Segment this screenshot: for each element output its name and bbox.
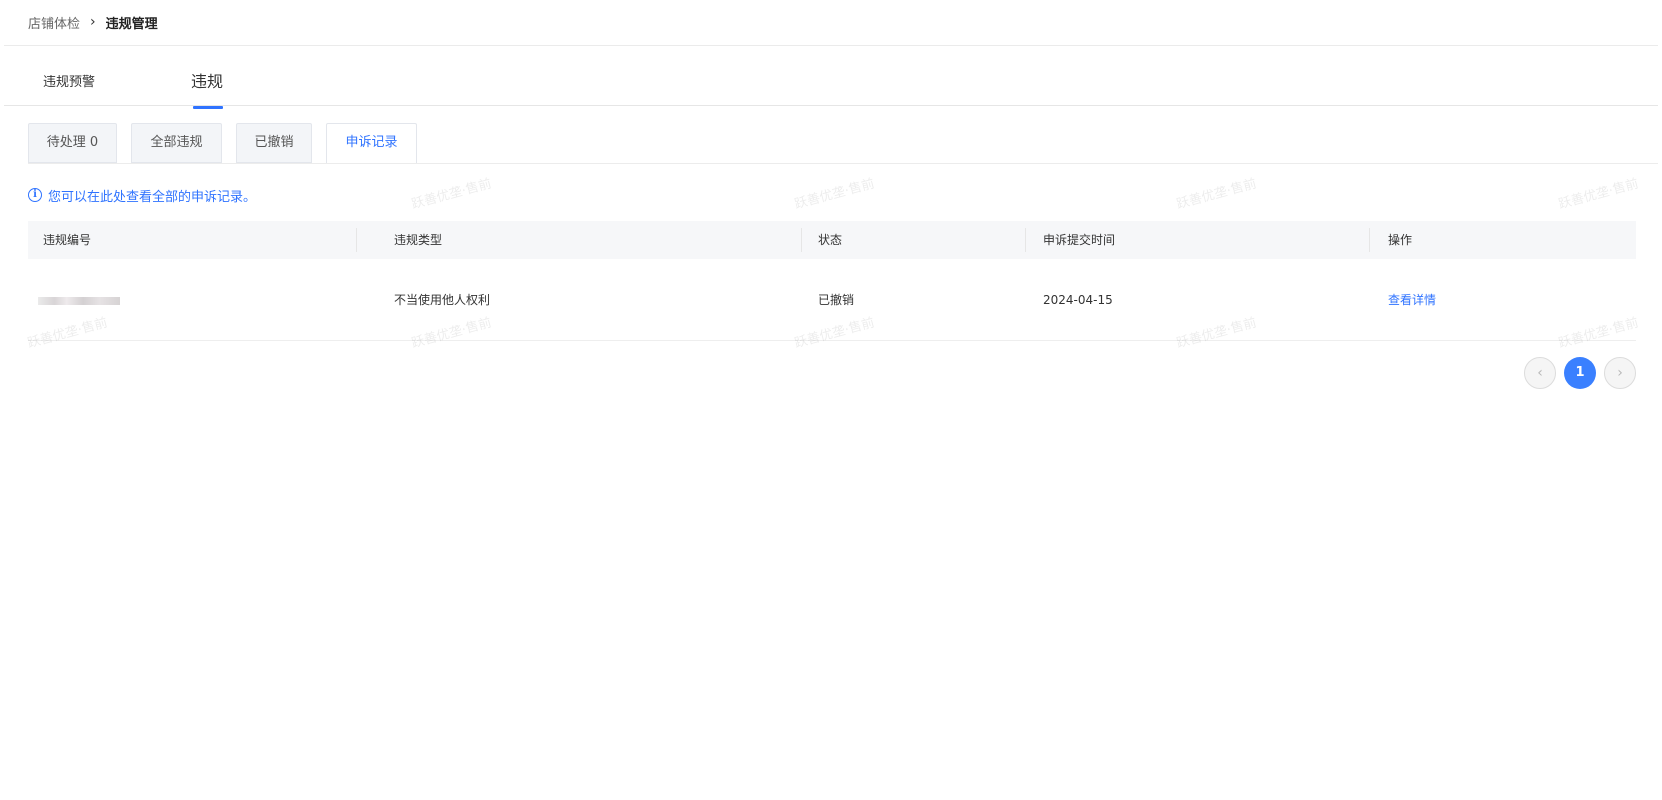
tab-label: 违规	[191, 72, 224, 91]
tab-label: 违规预警	[43, 75, 96, 90]
view-details-link[interactable]: 查看详情	[1388, 259, 1436, 341]
watermark: 跃善优垄·售前	[1174, 176, 1259, 213]
page: 店铺体检 › 违规管理 违规预警 违规 待处理 0 全部违规 已撤销 申诉记录 …	[0, 0, 1662, 800]
column-header-violation-id: 违规编号	[43, 233, 92, 247]
watermark: 跃善优垄·售前	[1556, 176, 1641, 213]
chevron-left-icon[interactable]: ‹	[1524, 357, 1556, 389]
column-separator	[801, 228, 802, 252]
subtab-revoked[interactable]: 已撤销	[236, 123, 312, 163]
subtab-appeal-records[interactable]: 申诉记录	[326, 123, 417, 164]
masked-violation-id	[38, 297, 120, 305]
column-separator	[356, 228, 357, 252]
main-tabs: 违规预警 违规	[0, 60, 1662, 109]
cell-status: 已撤销	[818, 293, 855, 307]
info-text: 您可以在此处查看全部的申诉记录。	[48, 189, 257, 205]
tabs-divider	[4, 105, 1658, 106]
chevron-right-icon: ›	[90, 14, 96, 30]
appeal-records-table: 违规编号 违规类型 状态 申诉提交时间 操作 不当使用他人权利 已撤销 2024…	[28, 221, 1636, 341]
column-header-actions: 操作	[1388, 233, 1413, 247]
cell-submit-time: 2024-04-15	[1043, 293, 1113, 307]
info-icon: i	[28, 188, 42, 202]
column-header-status: 状态	[818, 233, 843, 247]
breadcrumb-current: 违规管理	[105, 16, 158, 32]
tab-violation-warning[interactable]: 违规预警	[43, 71, 95, 90]
subtab-pending[interactable]: 待处理 0	[28, 123, 117, 163]
active-tab-indicator	[193, 106, 223, 109]
watermark: 跃善优垄·售前	[792, 176, 877, 213]
header-divider	[4, 45, 1658, 46]
column-separator	[1025, 228, 1026, 252]
column-separator	[1369, 228, 1370, 252]
column-header-violation-type: 违规类型	[394, 233, 443, 247]
subtabs-divider	[28, 163, 1658, 164]
column-header-submit-time: 申诉提交时间	[1043, 233, 1116, 247]
table-header: 违规编号 违规类型 状态 申诉提交时间 操作	[28, 221, 1636, 259]
watermark: 跃善优垄·售前	[409, 176, 494, 213]
breadcrumb-parent-link[interactable]: 店铺体检	[28, 13, 80, 32]
subtab-all-violations[interactable]: 全部违规	[131, 123, 222, 163]
page-button-1[interactable]: 1	[1564, 357, 1596, 389]
info-notice: i 您可以在此处查看全部的申诉记录。	[28, 186, 257, 205]
tab-violation[interactable]: 违规	[191, 68, 224, 109]
chevron-right-icon[interactable]: ›	[1604, 357, 1636, 389]
cell-violation-type: 不当使用他人权利	[394, 293, 491, 307]
breadcrumb: 店铺体检 › 违规管理	[28, 12, 158, 32]
table-row: 不当使用他人权利 已撤销 2024-04-15 查看详情	[28, 259, 1636, 341]
